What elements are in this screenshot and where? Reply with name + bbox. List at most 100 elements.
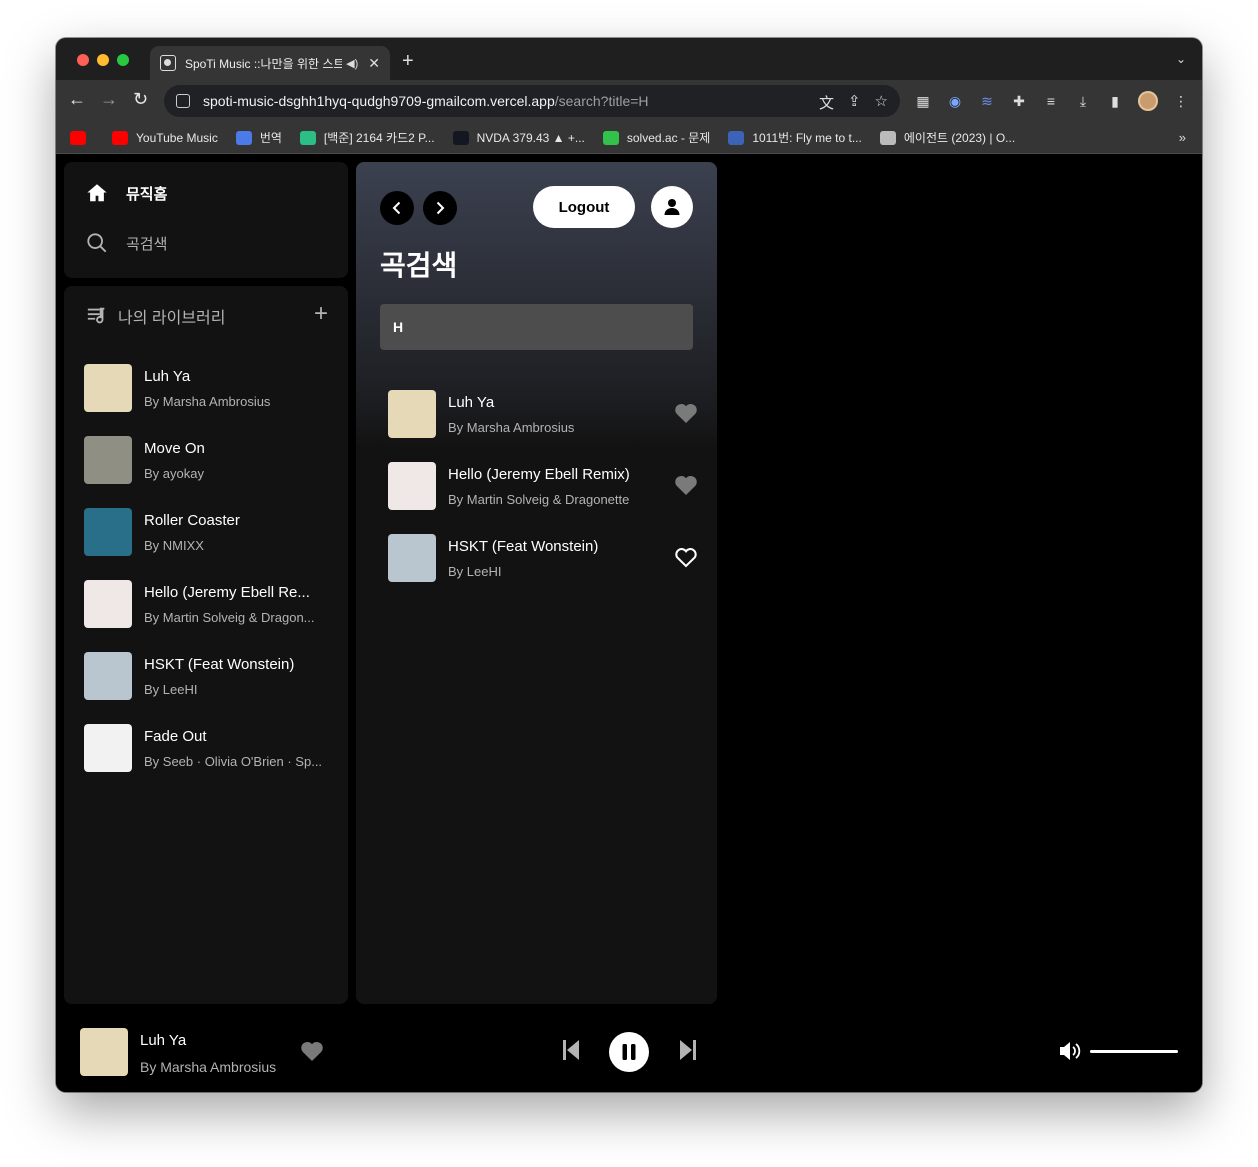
bookmark-item[interactable]: NVDA 379.43 ▲ +...	[452, 130, 585, 145]
heart-icon[interactable]	[674, 474, 698, 496]
bookmark-label: 1011번: Fly me to t...	[752, 131, 862, 145]
bookmark-star-icon[interactable]: ☆	[875, 92, 888, 113]
heart-icon[interactable]	[674, 546, 698, 568]
track-artist: By Marsha Ambrosius	[144, 393, 271, 409]
library-item[interactable]: HSKT (Feat Wonstein) By LeeHI	[84, 640, 334, 712]
track-artist: By Seeb · Olivia O'Brien · Sp...	[144, 753, 323, 769]
library-header[interactable]: 나의 라이브러리	[86, 304, 226, 328]
lens-extension-icon[interactable]: ◉	[946, 92, 964, 110]
kebab-menu-icon[interactable]: ⋮	[1172, 92, 1190, 110]
track-title: Hello (Jeremy Ebell Remix)	[448, 465, 630, 483]
library-item[interactable]: Fade Out By Seeb · Olivia O'Brien · Sp...	[84, 712, 334, 784]
user-profile-button[interactable]	[651, 186, 693, 228]
site-settings-icon[interactable]	[176, 94, 190, 108]
heart-icon[interactable]	[300, 1040, 324, 1062]
back-arrow-icon[interactable]: ←	[68, 89, 86, 110]
close-window-button[interactable]	[77, 54, 89, 66]
pause-icon	[622, 1044, 636, 1060]
bookmark-item[interactable]: 번역	[235, 129, 282, 146]
new-tab-button[interactable]: +	[402, 50, 414, 73]
library-item[interactable]: Luh Ya By Marsha Ambrosius	[84, 352, 334, 424]
album-cover	[84, 364, 132, 412]
volume-icon[interactable]	[1058, 1040, 1082, 1062]
chevron-down-icon[interactable]: ⌄	[1176, 52, 1186, 66]
forward-button[interactable]	[423, 191, 457, 225]
nav-home[interactable]: 뮤직홈	[86, 182, 167, 204]
share-icon[interactable]: ⇪	[848, 92, 861, 113]
track-artist: By NMIXX	[144, 537, 204, 553]
library-icon	[87, 307, 105, 324]
profile-avatar[interactable]	[1138, 91, 1158, 111]
track-title: Luh Ya	[144, 367, 191, 385]
song-search-input[interactable]	[380, 304, 693, 350]
now-playing-title[interactable]: Luh Ya	[140, 1032, 186, 1049]
logout-button[interactable]: Logout	[533, 186, 635, 228]
close-tab-icon[interactable]: ✕	[368, 55, 380, 72]
now-playing-cover	[80, 1028, 128, 1076]
now-playing-artist[interactable]: By Marsha Ambrosius	[140, 1059, 276, 1075]
search-results: Luh Ya By Marsha Ambrosius Hello (Jeremy E…	[388, 378, 698, 594]
heart-icon[interactable]	[674, 402, 698, 424]
library-item-meta: Move On By ayokay	[144, 440, 328, 481]
translate-icon[interactable]: 文	[819, 92, 834, 113]
media-queue-icon[interactable]: ≡	[1042, 92, 1060, 110]
tab-title: SpoTi Music ::나만을 위한 스트	[184, 56, 343, 71]
speaker-icon[interactable]: ◀︎)	[346, 57, 358, 70]
back-button[interactable]	[380, 191, 414, 225]
address-bar[interactable]: spoti-music-dsghh1hyq-qudgh9709-gmailcom…	[164, 85, 900, 117]
library-item-meta: Fade Out By Seeb · Olivia O'Brien · Sp...	[144, 728, 328, 769]
add-playlist-button[interactable]: +	[314, 300, 328, 328]
library-heading: 나의 라이브러리	[118, 310, 226, 327]
audio-extension-icon[interactable]: ≋	[978, 92, 996, 110]
track-artist: By Martin Solveig & Dragonette	[448, 491, 630, 507]
url-path: /search?title=H	[554, 93, 649, 109]
previous-track-icon[interactable]	[561, 1038, 581, 1062]
result-meta: Luh Ya By Marsha Ambrosius	[448, 394, 658, 435]
track-title: Roller Coaster	[144, 511, 240, 529]
page-title: 곡검색	[380, 250, 458, 281]
nav-panel: 뮤직홈 곡검색	[64, 162, 348, 278]
library-item[interactable]: Hello (Jeremy Ebell Re... By Martin Solve…	[84, 568, 334, 640]
side-panel-icon[interactable]: ▮	[1106, 92, 1124, 110]
pause-button[interactable]	[609, 1032, 649, 1072]
extension-icon[interactable]: ▦	[914, 92, 932, 110]
album-cover	[84, 652, 132, 700]
bookmark-item[interactable]	[70, 130, 94, 145]
bookmark-favicon-icon	[879, 130, 896, 145]
tab-strip: SpoTi Music ::나만을 위한 스트 ◀︎) ✕ + ⌄	[56, 38, 1202, 80]
minimize-window-button[interactable]	[97, 54, 109, 66]
bookmark-label: [백준] 2164 카드2 P...	[323, 131, 435, 145]
album-cover	[84, 724, 132, 772]
library-item[interactable]: Roller Coaster By NMIXX	[84, 496, 334, 568]
volume-slider[interactable]	[1090, 1050, 1178, 1053]
puzzle-icon[interactable]: ✚	[1010, 92, 1028, 110]
track-title: HSKT (Feat Wonstein)	[144, 655, 295, 673]
download-icon[interactable]: ⤓	[1074, 92, 1092, 110]
bookmark-item[interactable]: 1011번: Fly me to t...	[728, 129, 862, 146]
result-meta: Hello (Jeremy Ebell Remix) By Martin Solv…	[448, 466, 658, 507]
url-host: spoti-music-dsghh1hyq-qudgh9709-gmailcom…	[203, 93, 555, 109]
bookmarks-bar: YouTube Music 번역 [백준] 2164 카드2 P... NVDA 37…	[56, 122, 1202, 154]
bookmark-item[interactable]: [백준] 2164 카드2 P...	[299, 129, 435, 146]
bookmark-item[interactable]: solved.ac - 문제	[602, 129, 711, 146]
nav-search[interactable]: 곡검색	[86, 232, 167, 254]
search-result-item[interactable]: Luh Ya By Marsha Ambrosius	[388, 378, 698, 450]
search-result-item[interactable]: HSKT (Feat Wonstein) By LeeHI	[388, 522, 698, 594]
next-track-icon[interactable]	[678, 1038, 698, 1062]
result-meta: HSKT (Feat Wonstein) By LeeHI	[448, 538, 658, 579]
reload-icon[interactable]: ↻	[133, 89, 148, 110]
browser-tab[interactable]: SpoTi Music ::나만을 위한 스트 ◀︎) ✕	[150, 46, 390, 80]
bookmark-item[interactable]: 에이전트 (2023) | O...	[879, 129, 1015, 146]
player-bar: Luh Ya By Marsha Ambrosius	[56, 1012, 1202, 1092]
tab-favicon-icon	[160, 55, 176, 71]
nav-home-label: 뮤직홈	[126, 185, 168, 203]
bookmark-label: solved.ac - 문제	[626, 131, 711, 145]
bookmark-item[interactable]: YouTube Music	[112, 130, 218, 145]
search-main-panel: Logout 곡검색 Luh Ya By Marsha Ambrosius Hell…	[356, 162, 717, 1004]
search-result-item[interactable]: Hello (Jeremy Ebell Remix) By Martin Solv…	[388, 450, 698, 522]
bookmarks-overflow-button[interactable]: »	[1179, 130, 1186, 145]
maximize-window-button[interactable]	[117, 54, 129, 66]
library-item[interactable]: Move On By ayokay	[84, 424, 334, 496]
album-cover	[388, 390, 436, 438]
forward-arrow-icon[interactable]: →	[100, 89, 118, 110]
